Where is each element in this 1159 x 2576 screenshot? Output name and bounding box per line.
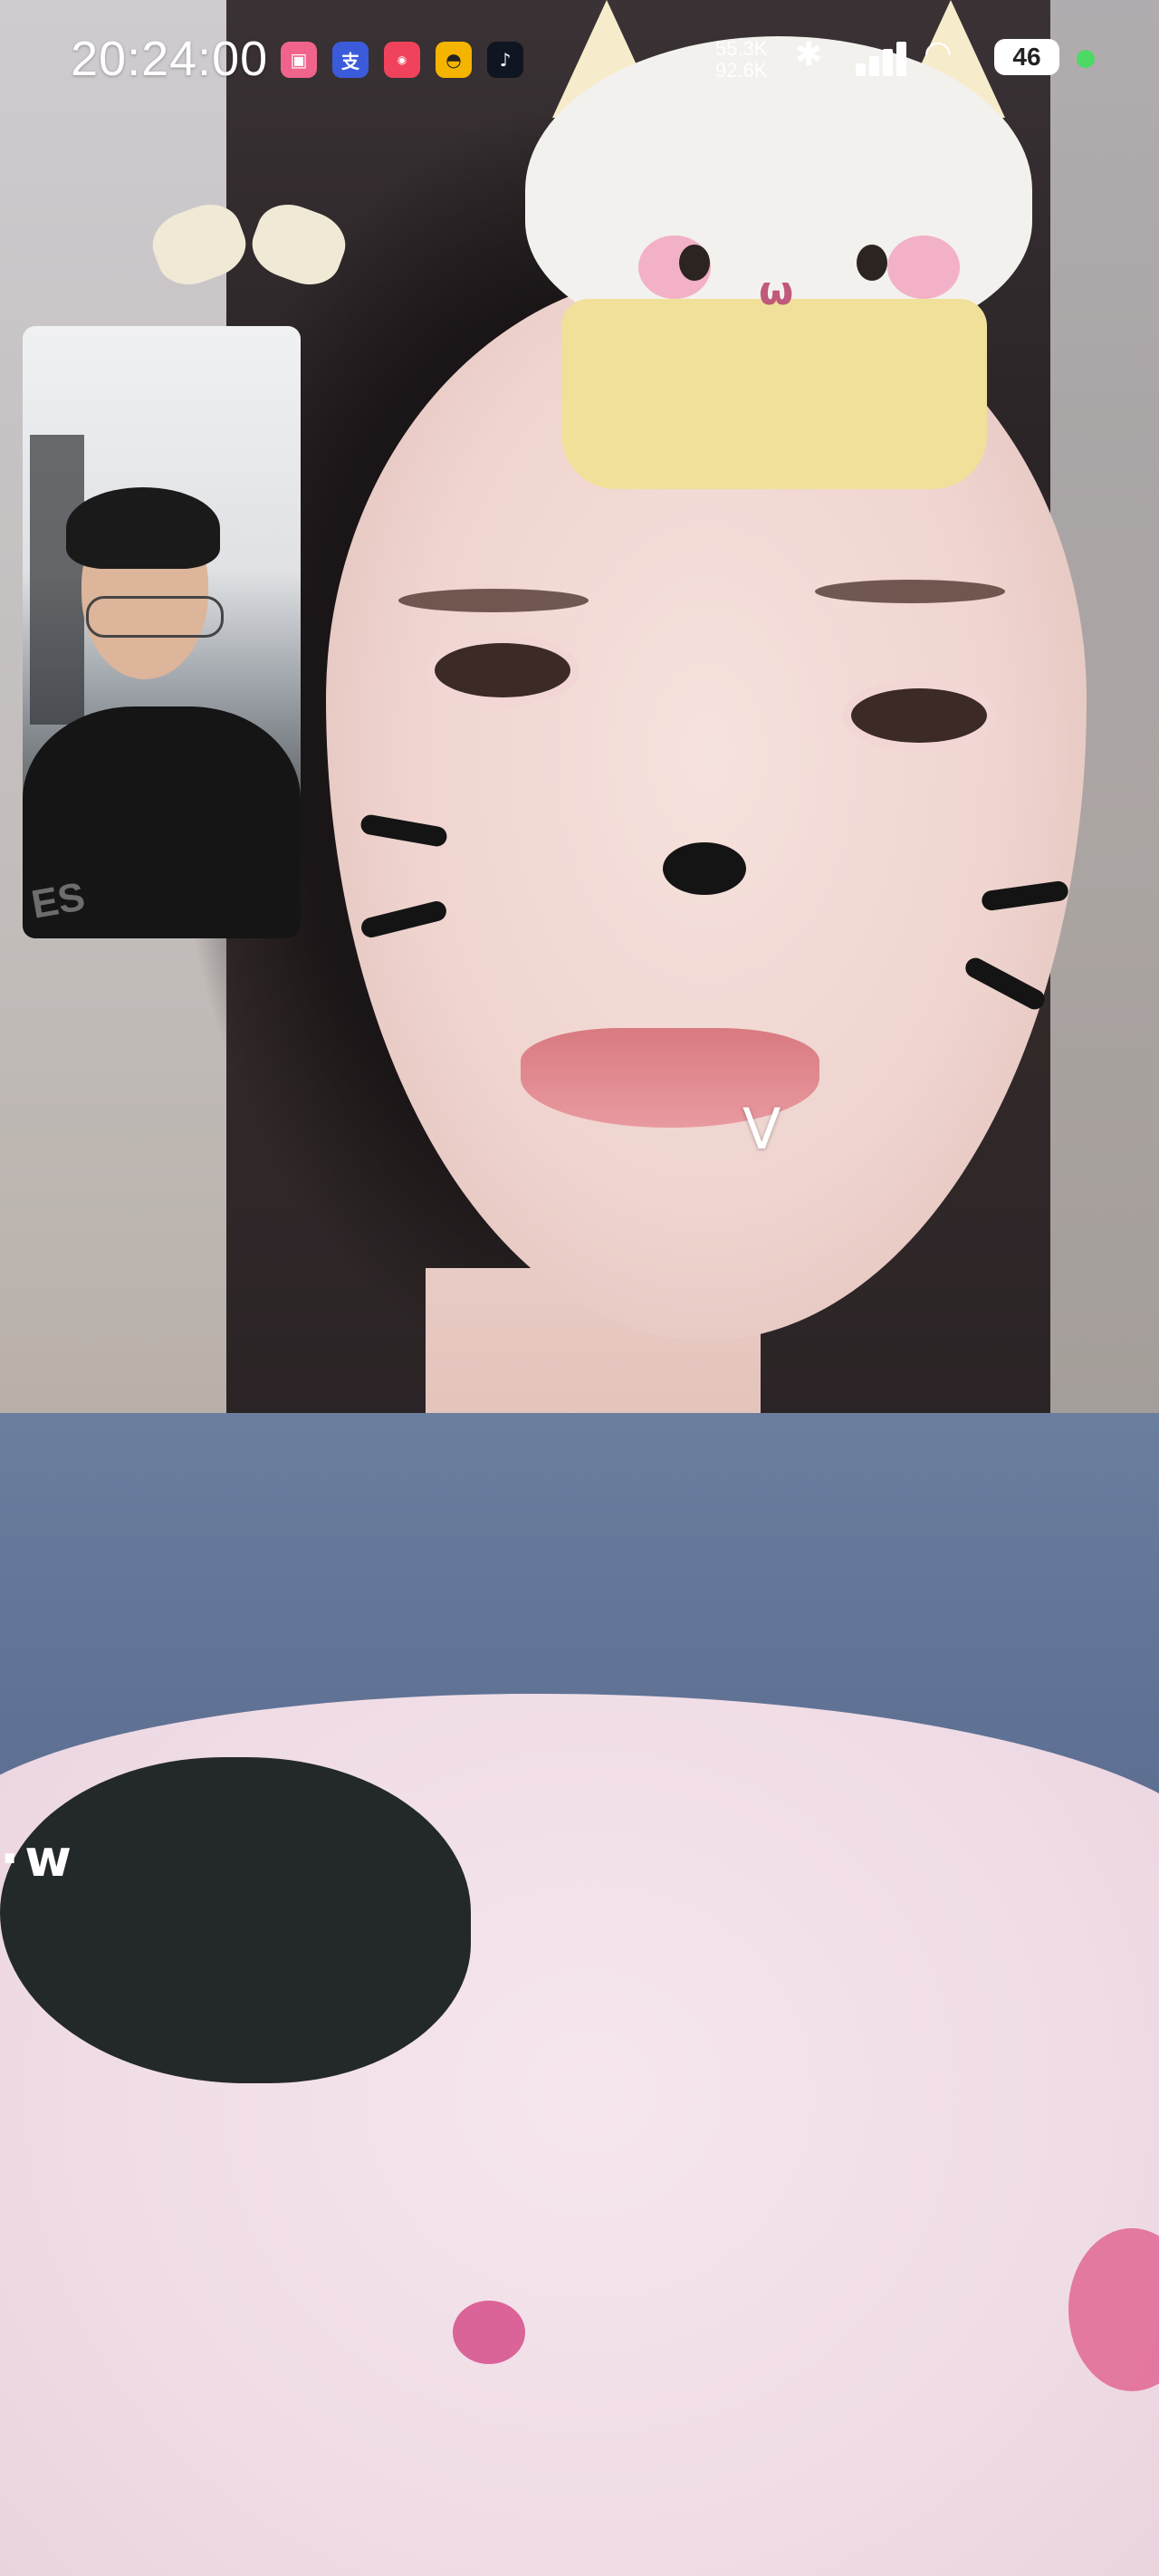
hat-mouth: ω: [759, 268, 794, 314]
green-indicator-dot: [1077, 50, 1095, 68]
signal-icon: [856, 40, 914, 76]
battery-icon: 46: [994, 39, 1059, 75]
net-speed-up: 55.3K: [715, 37, 768, 60]
pip-shirt-text: ES: [28, 874, 89, 928]
left-eye: [435, 643, 570, 697]
network-speed: 55.3K 92.6K: [715, 38, 768, 82]
alipay-icon: 支: [332, 42, 369, 78]
hat-brim: [561, 299, 987, 489]
bluetooth-icon: ✱: [795, 36, 823, 73]
wifi-icon: ◠: [925, 34, 951, 72]
hat-eye-right: [857, 245, 887, 281]
pip-glasses: [86, 596, 224, 638]
hat-eye-left: [679, 245, 710, 281]
battery-level: 46: [1012, 43, 1041, 71]
pip-window-frame: [30, 435, 84, 725]
cat-nose-filter: [663, 842, 746, 895]
overlay-v-mark: V: [742, 1096, 781, 1162]
douyin-icon: ♪: [487, 42, 523, 78]
net-speed-down: 92.6K: [715, 59, 768, 82]
xiaohongshu-icon: ◉: [384, 42, 420, 78]
bow-sticker: [144, 190, 362, 299]
right-eye: [851, 688, 987, 743]
meituan-icon: ◓: [436, 42, 472, 78]
left-brow: [398, 589, 589, 612]
pillow-pink-dot: [453, 2301, 525, 2364]
status-bar: 20:24:00 ▣ 支 ◉ ◓ ♪ 55.3K 92.6K ✱ ◠ 46: [0, 0, 1159, 118]
sticker-face-text: ·w: [0, 1830, 78, 1889]
bilibili-icon: ▣: [281, 42, 317, 78]
status-time: 20:24:00: [71, 32, 269, 86]
hat-cheek-right: [887, 235, 960, 299]
right-brow: [815, 580, 1005, 603]
pip-hair: [66, 487, 220, 569]
pip-self-view[interactable]: ES: [23, 326, 301, 938]
